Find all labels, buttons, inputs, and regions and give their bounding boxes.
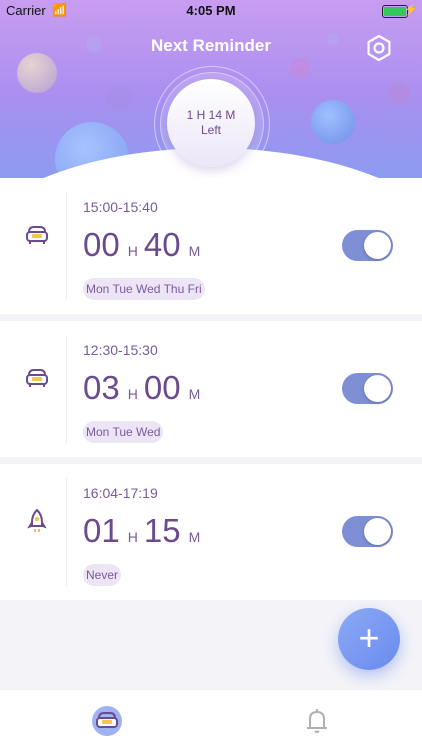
minutes-unit: M bbox=[188, 243, 201, 259]
duration-minutes: 00 bbox=[143, 369, 181, 406]
reminder-toggle[interactable] bbox=[342, 373, 393, 404]
reminder-toggle[interactable] bbox=[342, 516, 393, 547]
countdown-time: 1 H 14 M bbox=[186, 108, 236, 122]
repeat-days-badge: Mon Tue Wed Thu Fri bbox=[83, 278, 205, 300]
add-reminder-button[interactable]: + bbox=[338, 608, 400, 670]
decor-bubble bbox=[311, 100, 355, 144]
hours-unit: H bbox=[127, 529, 138, 545]
reminder-card[interactable]: 15:00-15:40 00 H 40 M Mon Tue Wed Thu Fri bbox=[0, 178, 422, 314]
toggle-knob bbox=[364, 232, 391, 259]
sofa-icon bbox=[24, 365, 50, 391]
tab-bell-icon[interactable] bbox=[300, 704, 334, 738]
settings-gear-icon[interactable] bbox=[362, 31, 396, 65]
reminder-card[interactable]: 12:30-15:30 03 H 00 M Mon Tue Wed bbox=[0, 321, 422, 457]
repeat-days-badge: Mon Tue Wed bbox=[83, 421, 164, 443]
countdown-circle: 1 H 14 M Left bbox=[167, 79, 255, 167]
decor-bubble bbox=[17, 53, 57, 93]
reminder-toggle[interactable] bbox=[342, 230, 393, 261]
card-divider bbox=[66, 478, 67, 586]
time-range: 15:00-15:40 bbox=[83, 199, 158, 215]
minutes-unit: M bbox=[188, 529, 201, 545]
decor-bubble bbox=[388, 82, 410, 104]
tab-bar bbox=[0, 690, 422, 750]
duration-minutes: 40 bbox=[143, 226, 181, 263]
duration-hours: 00 bbox=[83, 226, 120, 263]
status-bar: Carrier 📶 4:05 PM ⚡ bbox=[0, 0, 422, 22]
minutes-unit: M bbox=[188, 386, 201, 402]
countdown-left-label: Left bbox=[200, 123, 221, 137]
duration: 01 H 15 M bbox=[83, 512, 206, 550]
duration-hours: 01 bbox=[83, 512, 120, 549]
reminder-card[interactable]: 16:04-17:19 01 H 15 M Never bbox=[0, 464, 422, 600]
toggle-knob bbox=[364, 375, 391, 402]
duration-minutes: 15 bbox=[143, 512, 181, 549]
decor-bubble bbox=[106, 84, 132, 110]
charging-icon: ⚡ bbox=[404, 4, 418, 16]
card-divider bbox=[66, 335, 67, 443]
decor-bubble bbox=[290, 58, 310, 78]
time-range: 16:04-17:19 bbox=[83, 485, 158, 501]
duration-hours: 03 bbox=[83, 369, 120, 406]
duration: 03 H 00 M bbox=[83, 369, 206, 407]
status-time: 4:05 PM bbox=[186, 3, 236, 18]
tab-home-sofa-icon[interactable] bbox=[90, 704, 124, 738]
hours-unit: H bbox=[127, 243, 138, 259]
toggle-knob bbox=[364, 518, 391, 545]
duration: 00 H 40 M bbox=[83, 226, 206, 264]
rocket-icon bbox=[24, 508, 50, 534]
time-range: 12:30-15:30 bbox=[83, 342, 158, 358]
repeat-days-badge: Never bbox=[83, 564, 122, 586]
hours-unit: H bbox=[127, 386, 138, 402]
sofa-icon bbox=[24, 222, 50, 248]
page-title: Next Reminder bbox=[151, 36, 271, 55]
card-divider bbox=[66, 192, 67, 300]
